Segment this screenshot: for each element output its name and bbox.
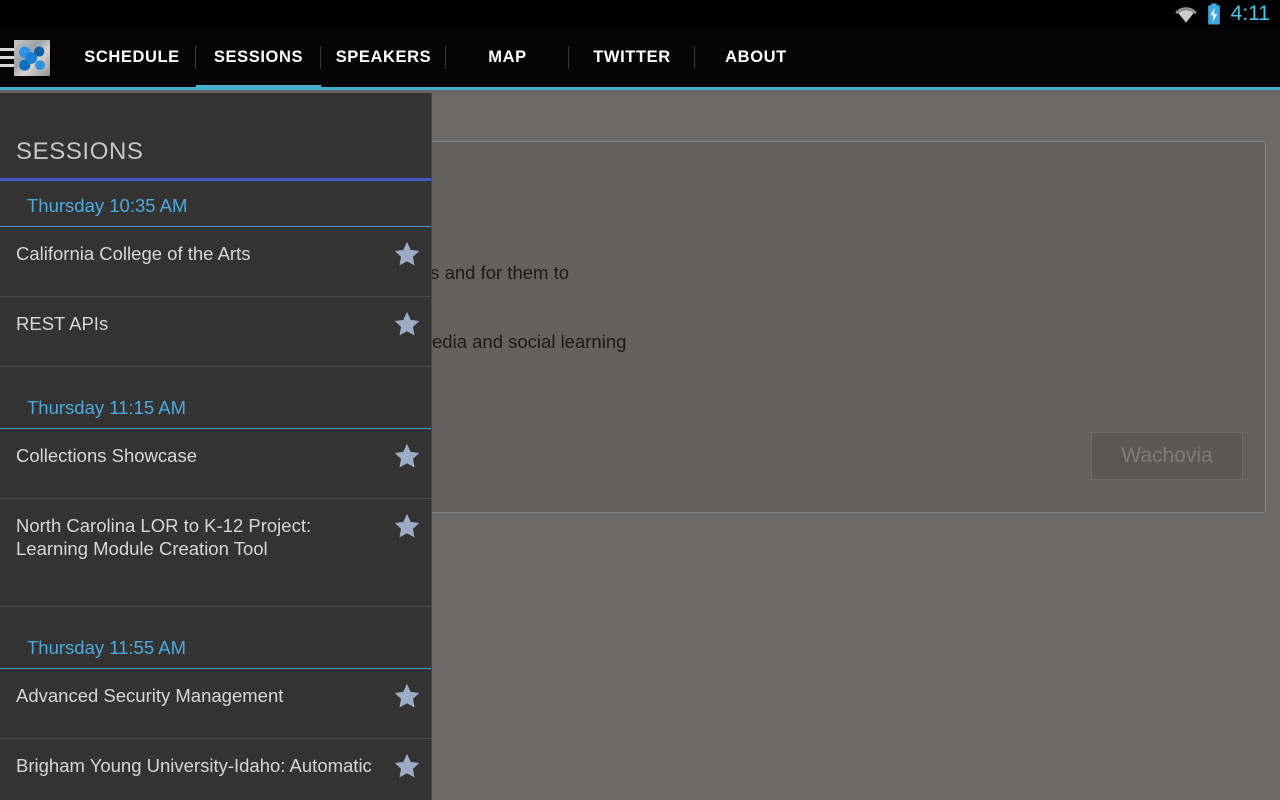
tab-twitter[interactable]: TWITTER — [569, 28, 695, 87]
app-root: 4:11 SCHEDULE SESSIONS SPEAKERS MAP TWIT… — [0, 0, 1280, 800]
list-item[interactable]: Brigham Young University-Idaho: Automati… — [0, 739, 431, 800]
time-group: Thursday 11:55 AM Advanced Security Mana… — [0, 607, 431, 800]
tab-sessions[interactable]: SESSIONS — [196, 28, 321, 90]
tab-schedule[interactable]: SCHEDULE — [68, 28, 196, 87]
time-group-header: Thursday 11:15 AM — [0, 367, 431, 429]
star-favorite-icon[interactable] — [393, 442, 421, 470]
list-item[interactable]: North Carolina LOR to K-12 Project: Lear… — [0, 499, 431, 607]
sessions-drawer: SESSIONS Thursday 10:35 AM California Co… — [0, 93, 432, 800]
session-title: Brigham Young University-Idaho: Automati… — [16, 755, 372, 776]
time-group-header: Thursday 11:55 AM — [0, 607, 431, 669]
time-group: Thursday 10:35 AM California College of … — [0, 181, 431, 367]
session-title: Collections Showcase — [16, 445, 197, 466]
drawer-header: SESSIONS — [0, 93, 431, 181]
session-title: North Carolina LOR to K-12 Project: Lear… — [16, 515, 312, 559]
app-logo-icon[interactable] — [14, 39, 50, 76]
sponsor-badge[interactable]: Wachovia — [1091, 432, 1243, 480]
list-item[interactable]: REST APIs — [0, 297, 431, 367]
tab-bar: SCHEDULE SESSIONS SPEAKERS MAP TWITTER A… — [68, 28, 817, 90]
tab-label: SESSIONS — [213, 48, 304, 66]
tab-label: TWITTER — [593, 48, 671, 66]
battery-charging-icon — [1207, 3, 1220, 25]
time-group: Thursday 11:15 AM Collections Showcase N… — [0, 367, 431, 607]
tab-label: MAP — [488, 48, 527, 66]
session-title: REST APIs — [16, 313, 109, 334]
star-favorite-icon[interactable] — [393, 240, 421, 268]
hamburger-menu-icon[interactable] — [0, 28, 14, 87]
tab-about[interactable]: ABOUT — [695, 28, 817, 87]
session-title: Advanced Security Management — [16, 685, 284, 706]
star-favorite-icon[interactable] — [393, 310, 421, 338]
tab-map[interactable]: MAP — [446, 28, 569, 87]
list-item[interactable]: Advanced Security Management — [0, 669, 431, 739]
status-clock: 4:11 — [1230, 1, 1270, 25]
drawer-title: SESSIONS — [16, 138, 144, 165]
tab-label: SPEAKERS — [335, 48, 432, 66]
status-icons: 4:11 — [1173, 3, 1270, 26]
session-title: California College of the Arts — [16, 243, 251, 264]
time-group-header: Thursday 10:35 AM — [0, 181, 431, 227]
star-favorite-icon[interactable] — [393, 752, 421, 780]
tab-label: SCHEDULE — [84, 48, 180, 66]
tab-underline — [196, 85, 321, 90]
tab-speakers[interactable]: SPEAKERS — [321, 28, 446, 87]
list-item[interactable]: Collections Showcase — [0, 429, 431, 499]
list-item[interactable]: California College of the Arts — [0, 227, 431, 297]
star-favorite-icon[interactable] — [393, 512, 421, 540]
action-bar: SCHEDULE SESSIONS SPEAKERS MAP TWITTER A… — [0, 28, 1280, 90]
tab-label: ABOUT — [725, 48, 787, 66]
star-favorite-icon[interactable] — [393, 682, 421, 710]
wifi-icon — [1174, 6, 1197, 23]
android-status-bar: 4:11 — [0, 0, 1280, 28]
